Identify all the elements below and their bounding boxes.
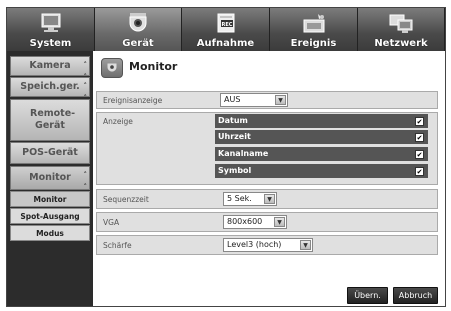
field-label: Sequenzzeit	[103, 195, 149, 204]
monitor-camera-icon	[101, 58, 123, 78]
page-header: Monitor	[93, 51, 445, 83]
tab-ereignis[interactable]: Ereignis	[270, 8, 358, 51]
cancel-button[interactable]: Abbruch	[393, 287, 438, 304]
sidebar-item-label: Speich.ger.	[20, 81, 80, 92]
chevron-down-icon: ▼	[275, 95, 286, 105]
tab-label: Ereignis	[290, 38, 337, 49]
checkbox-datum[interactable]: ✔	[415, 117, 424, 126]
sidebar-item-label: Kamera	[29, 60, 71, 71]
field-label: Ereignisanzeige	[103, 96, 163, 105]
option-label: Kanalname	[218, 149, 269, 158]
option-kanalname: Kanalname ✔	[215, 147, 428, 162]
sequenzzeit-select[interactable]: 5 Sek. ▼	[223, 192, 277, 206]
button-label: Übern.	[354, 291, 381, 300]
schaerfe-select[interactable]: Level3 (hoch) ▼	[223, 238, 313, 252]
rec-icon: REC	[217, 13, 234, 33]
checkbox-kanalname[interactable]: ✔	[415, 150, 424, 159]
submenu-label: Spot-Ausgang	[20, 211, 80, 221]
sidebar-item-label: Monitor	[29, 172, 71, 183]
submenu-label: Modus	[36, 228, 64, 238]
select-value: 800x600	[227, 217, 263, 226]
network-icon	[389, 14, 413, 33]
field-label: Schärfe	[103, 241, 132, 250]
button-label: Abbruch	[398, 291, 433, 300]
select-value: 5 Sek.	[227, 194, 252, 203]
tab-system[interactable]: System	[7, 8, 95, 51]
chevron-double-up-icon: ˄ ˄	[83, 171, 88, 191]
row-schaerfe: Schärfe Level3 (hoch) ▼	[96, 235, 438, 255]
camera-icon	[129, 13, 147, 32]
sidebar-item-speicher[interactable]: Speich.ger. ˄ ˄	[10, 77, 90, 102]
select-value: AUS	[224, 95, 241, 104]
sidebar-menu: Kamera ˄˄ Speich.ger. ˄˄ Remote-Gerät PO…	[7, 51, 92, 306]
option-label: Symbol	[218, 166, 252, 175]
top-tab-bar: System Gerät REC Aufnahme Ereignis Netzw…	[7, 8, 445, 51]
main-panel: Monitor Ereignisanzeige AUS ▼ Anzeige Da…	[93, 51, 445, 306]
tab-label: System	[29, 38, 72, 49]
sidebar-item-monitor[interactable]: Monitor ˄ ˄	[10, 166, 90, 191]
option-uhrzeit: Uhrzeit ✔	[215, 130, 428, 145]
option-datum: Datum ✔	[215, 114, 428, 129]
sidebar-item-label: Remote-Gerät	[30, 108, 76, 131]
svg-text:REC: REC	[221, 22, 232, 28]
monitor-icon	[41, 13, 60, 32]
sidebar-item-kamera[interactable]: Kamera ˄˄	[10, 56, 90, 81]
option-symbol: Symbol ✔	[215, 164, 428, 179]
tab-label: Netzwerk	[374, 38, 428, 49]
page-title: Monitor	[129, 60, 178, 73]
option-label: Uhrzeit	[218, 132, 251, 141]
submenu-modus[interactable]: Modus	[10, 225, 90, 241]
tab-netzwerk[interactable]: Netzwerk	[358, 8, 445, 51]
select-value: Level3 (hoch)	[227, 240, 282, 249]
field-label: VGA	[103, 218, 120, 227]
row-vga: VGA 800x600 ▼	[96, 212, 438, 232]
event-icon	[303, 14, 324, 33]
submenu-spot-ausgang[interactable]: Spot-Ausgang	[10, 208, 90, 224]
chevron-down-icon: ▼	[264, 194, 275, 204]
chevron-down-icon: ▼	[274, 217, 285, 227]
row-ereignisanzeige: Ereignisanzeige AUS ▼	[96, 91, 438, 109]
tab-label: Gerät	[122, 38, 154, 49]
checkbox-symbol[interactable]: ✔	[415, 167, 424, 176]
row-anzeige: Anzeige Datum ✔ Uhrzeit ✔ Kanalname ✔ Sy…	[96, 112, 438, 185]
submenu-monitor[interactable]: Monitor	[10, 191, 90, 207]
sidebar-item-pos[interactable]: POS-Gerät	[10, 142, 90, 164]
app-window: System Gerät REC Aufnahme Ereignis Netzw…	[6, 7, 446, 307]
tab-geraet[interactable]: Gerät	[95, 8, 182, 51]
option-label: Datum	[218, 116, 248, 125]
row-sequenzzeit: Sequenzzeit 5 Sek. ▼	[96, 189, 438, 209]
checkbox-uhrzeit[interactable]: ✔	[415, 133, 424, 142]
tab-aufnahme[interactable]: REC Aufnahme	[182, 8, 270, 51]
tab-label: Aufnahme	[196, 38, 255, 49]
field-label: Anzeige	[103, 117, 133, 126]
submenu-label: Monitor	[33, 194, 67, 204]
chevron-down-icon: ▼	[300, 240, 311, 250]
apply-button[interactable]: Übern.	[347, 287, 388, 304]
sidebar-item-label: POS-Gerät	[22, 147, 78, 158]
vga-select[interactable]: 800x600 ▼	[223, 215, 287, 229]
ereignisanzeige-select[interactable]: AUS ▼	[220, 93, 288, 107]
sidebar-item-remote[interactable]: Remote-Gerät	[10, 99, 90, 141]
